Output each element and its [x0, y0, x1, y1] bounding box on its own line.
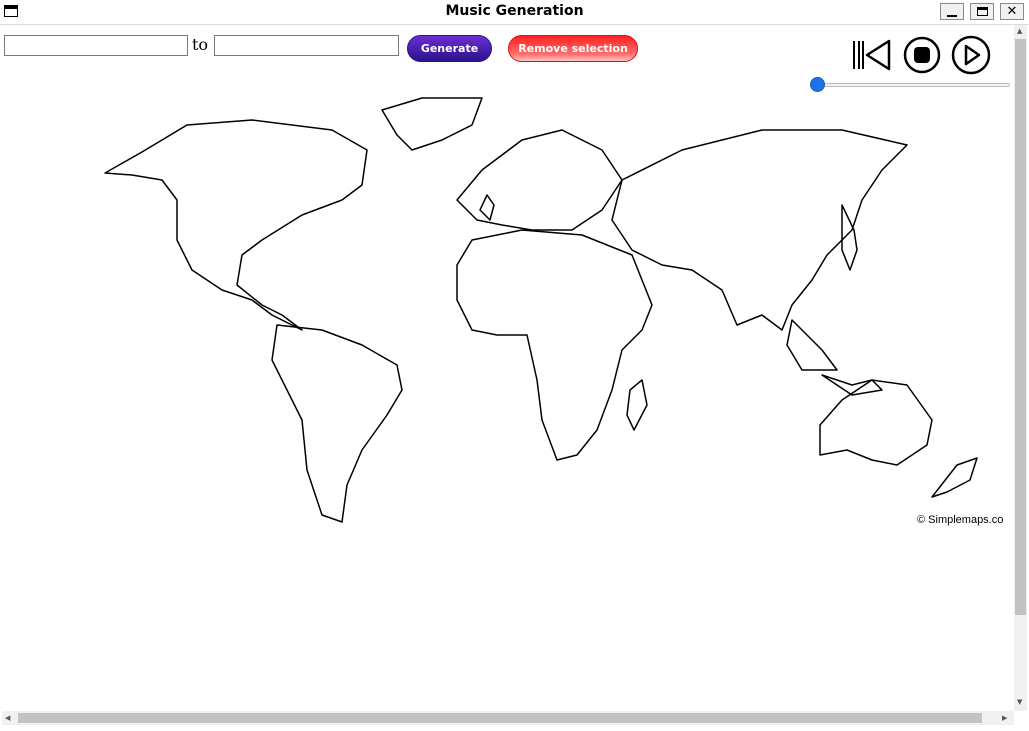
generate-button[interactable]: Generate: [407, 35, 492, 62]
africa: [456, 229, 653, 461]
greenland: [381, 97, 483, 151]
world-map[interactable]: [2, 90, 1014, 535]
minimize-button[interactable]: [940, 3, 964, 20]
scroll-right-icon[interactable]: ▶: [1002, 714, 1007, 722]
to-label: to: [192, 35, 209, 54]
vertical-scrollbar[interactable]: ▲ ▼: [1014, 25, 1027, 711]
window-title: Music Generation: [445, 3, 584, 19]
to-input[interactable]: [214, 35, 399, 56]
close-button[interactable]: ✕: [1000, 3, 1024, 20]
from-input[interactable]: [4, 35, 188, 56]
horizontal-scroll-thumb[interactable]: [18, 713, 982, 723]
skip-to-start-icon[interactable]: [851, 35, 893, 75]
scroll-down-icon[interactable]: ▼: [1017, 698, 1022, 706]
play-icon[interactable]: [951, 35, 993, 75]
minimize-icon: [947, 14, 957, 17]
vertical-scroll-thumb[interactable]: [1015, 39, 1026, 615]
south-america: [271, 324, 403, 523]
north-america: [104, 119, 368, 331]
maximize-icon: [976, 7, 988, 16]
map-credit: © Simplemaps.co: [917, 514, 1004, 526]
new-zealand: [931, 457, 978, 498]
scroll-up-icon[interactable]: ▲: [1017, 27, 1022, 35]
maximize-button[interactable]: [970, 3, 994, 20]
madagascar: [626, 379, 648, 431]
close-icon: ✕: [1006, 4, 1018, 19]
europe: [456, 129, 623, 231]
uk: [479, 194, 495, 221]
main-panel: to Generate Remove selection © Simplemap…: [2, 25, 1027, 728]
southeast-asia: [786, 319, 883, 396]
scroll-left-icon[interactable]: ◀: [5, 714, 10, 722]
playback-slider-track[interactable]: [818, 83, 1010, 87]
stop-icon[interactable]: [902, 35, 942, 75]
title-bar: Music Generation ✕: [0, 0, 1029, 25]
asia: [611, 129, 908, 331]
remove-selection-button[interactable]: Remove selection: [508, 35, 638, 62]
australia: [819, 379, 933, 466]
horizontal-scrollbar[interactable]: ◀ ▶: [2, 711, 1014, 725]
